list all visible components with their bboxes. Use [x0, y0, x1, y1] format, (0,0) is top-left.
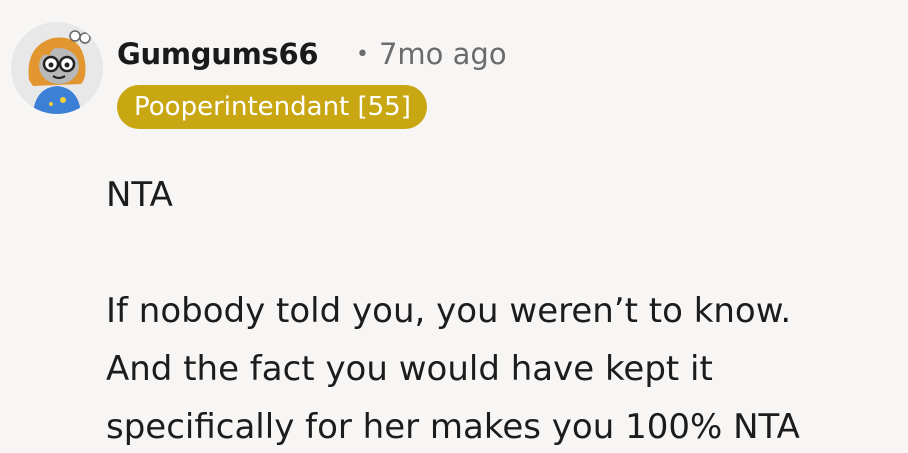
timestamp[interactable]: 7mo ago: [379, 37, 507, 71]
comment-verdict: NTA: [106, 175, 173, 215]
comment-line: If nobody told you, you weren’t to know.: [106, 291, 792, 331]
comment-line: specifically for her makes you 100% NTA: [106, 407, 800, 447]
user-flair-badge: Pooperintendant [55]: [117, 85, 427, 129]
meta-separator: •: [356, 42, 369, 67]
comment-line: And the fact you would have kept it: [106, 349, 713, 389]
username[interactable]: Gumgums66: [117, 36, 319, 72]
cartoon-avatar-icon: [11, 22, 103, 114]
comment: Gumgums66 • 7mo ago Pooperintendant [55] …: [0, 0, 908, 453]
comment-body: NTA If nobody told you, you weren’t to k…: [106, 166, 896, 453]
comment-meta: • 7mo ago: [356, 36, 507, 76]
avatar[interactable]: [11, 22, 103, 114]
